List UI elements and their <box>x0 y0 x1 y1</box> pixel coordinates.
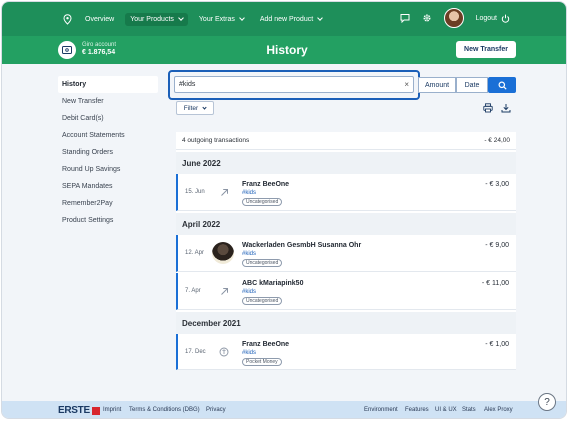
sidebar-item-round-up-savings[interactable]: Round Up Savings <box>58 161 158 178</box>
footer-link-alex-proxy[interactable]: Alex Proxy <box>484 407 513 413</box>
transaction-tag[interactable]: #kids <box>242 190 256 196</box>
transaction-name: Franz BeeOne <box>242 181 290 188</box>
transaction-amount: - € 1,00 <box>485 341 509 348</box>
logout-button[interactable]: Logout <box>476 14 510 23</box>
chevron-down-icon <box>239 15 245 21</box>
app-window: Overview Your Products Your Extras Add n… <box>1 1 567 419</box>
nav-overview-label: Overview <box>85 15 115 23</box>
transaction-amount: - € 9,00 <box>485 242 509 249</box>
sidebar-item-standing-orders[interactable]: Standing Orders <box>58 144 158 161</box>
footer-link-environment[interactable]: Environment <box>364 407 398 413</box>
nav-right-group: Logout <box>400 8 510 28</box>
transaction-tag[interactable]: #kids <box>242 350 256 356</box>
pocket-money-icon <box>216 344 232 360</box>
category-badge[interactable]: Uncategorised <box>242 259 283 267</box>
chevron-down-icon <box>202 104 207 110</box>
clear-search-button[interactable]: × <box>404 80 409 89</box>
page-header: Giro account € 1.876,54 History New Tran… <box>2 36 566 64</box>
gear-icon[interactable] <box>422 13 432 23</box>
nav-overview[interactable]: Overview <box>80 13 119 26</box>
sidebar-item-sepa-mandates[interactable]: SEPA Mandates <box>58 178 158 195</box>
footer-link-privacy[interactable]: Privacy <box>206 407 226 413</box>
nav-your-products[interactable]: Your Products <box>125 12 188 26</box>
location-pin-icon[interactable] <box>60 12 74 26</box>
sort-amount-button[interactable]: Amount <box>418 77 456 93</box>
nav-add-new-product-label: Add new Product <box>259 15 314 23</box>
transaction-row[interactable]: 7. Apr ABC kMariapink50 #kids Uncategori… <box>176 273 516 310</box>
transaction-date: 17. Dec <box>185 349 206 355</box>
erste-logo-mark <box>91 406 100 415</box>
sidebar-item-account-statements[interactable]: Account Statements <box>58 127 158 144</box>
filter-button[interactable]: Filter <box>176 101 214 115</box>
arrow-up-right-icon <box>216 184 232 200</box>
month-header: April 2022 <box>176 213 516 235</box>
arrow-up-right-icon <box>216 283 232 299</box>
avatar[interactable] <box>443 8 464 28</box>
transaction-list: 4 outgoing transactions - € 24,00 June 2… <box>176 132 516 370</box>
transaction-date: 7. Apr <box>185 288 201 294</box>
footer: ERSTE Imprint Terms & Conditions (DBG) P… <box>2 401 566 418</box>
footer-link-features[interactable]: Features <box>405 407 429 413</box>
footer-link-stats[interactable]: Stats <box>462 407 476 413</box>
logout-label: Logout <box>475 14 497 22</box>
sidebar-item-product-settings[interactable]: Product Settings <box>58 212 158 229</box>
nav-your-extras-label: Your Extras <box>198 15 235 23</box>
transaction-date: 12. Apr <box>185 250 205 256</box>
filter-label: Filter <box>183 104 199 112</box>
merchant-photo <box>212 242 234 264</box>
month-header: December 2021 <box>176 312 516 334</box>
footer-link-imprint[interactable]: Imprint <box>103 407 121 413</box>
download-icon[interactable] <box>501 103 511 113</box>
erste-logo[interactable]: ERSTE <box>58 405 100 416</box>
new-transfer-button[interactable]: New Transfer <box>456 41 516 58</box>
transaction-name: ABC kMariapink50 <box>242 280 304 287</box>
category-badge[interactable]: Uncategorised <box>242 297 283 305</box>
chevron-down-icon <box>178 15 184 21</box>
nav-add-new-product[interactable]: Add new Product <box>255 13 327 26</box>
transaction-name: Franz BeeOne <box>242 341 290 348</box>
sidebar-item-new-transfer[interactable]: New Transfer <box>58 93 158 110</box>
transaction-name: Wackerladen GesmbH Susanna Ohr <box>242 242 362 249</box>
sidebar: History New Transfer Debit Card(s) Accou… <box>58 76 158 229</box>
chat-icon[interactable] <box>400 13 410 23</box>
sort-date-button[interactable]: Date <box>456 77 488 93</box>
search-button[interactable] <box>488 77 516 93</box>
power-icon <box>501 14 510 23</box>
search-input[interactable]: #kids × <box>174 76 414 93</box>
transaction-row[interactable]: 15. Jun Franz BeeOne #kids Uncategorised… <box>176 174 516 211</box>
summary-count: 4 outgoing transactions <box>182 137 250 144</box>
transaction-row[interactable]: 17. Dec Franz BeeOne #kids Pocket Money … <box>176 334 516 370</box>
summary-total: - € 24,00 <box>484 137 510 144</box>
transaction-amount: - € 3,00 <box>485 181 509 188</box>
month-header: June 2022 <box>176 152 516 174</box>
footer-link-ui-ux[interactable]: UI & UX <box>435 407 457 413</box>
print-icon[interactable] <box>483 103 493 113</box>
chevron-down-icon <box>317 15 323 21</box>
search-icon <box>497 80 507 90</box>
transaction-tag[interactable]: #kids <box>242 251 256 257</box>
nav-your-extras[interactable]: Your Extras <box>194 13 249 26</box>
top-navigation: Overview Your Products Your Extras Add n… <box>2 2 566 36</box>
help-button[interactable]: ? <box>538 393 556 411</box>
sidebar-item-debit-cards[interactable]: Debit Card(s) <box>58 110 158 127</box>
sidebar-item-history[interactable]: History <box>58 76 158 93</box>
sidebar-item-remember2pay[interactable]: Remember2Pay <box>58 195 158 212</box>
transaction-row[interactable]: 12. Apr Wackerladen GesmbH Susanna Ohr #… <box>176 235 516 272</box>
search-input-value: #kids <box>179 81 196 88</box>
transaction-amount: - € 11,00 <box>481 280 509 287</box>
nav-your-products-label: Your Products <box>130 15 174 23</box>
transaction-summary: 4 outgoing transactions - € 24,00 <box>176 132 516 150</box>
category-badge[interactable]: Uncategorised <box>242 198 283 206</box>
category-badge[interactable]: Pocket Money <box>242 358 282 366</box>
erste-brand: ERSTE <box>58 405 90 416</box>
transaction-date: 15. Jun <box>185 189 205 195</box>
transaction-tag[interactable]: #kids <box>242 289 256 295</box>
footer-link-terms[interactable]: Terms & Conditions (DBG) <box>129 407 200 413</box>
